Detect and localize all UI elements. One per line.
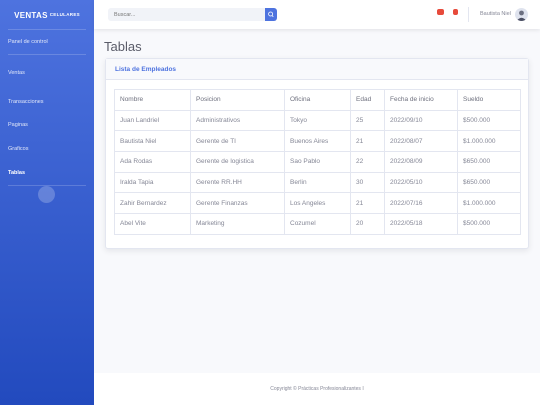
cell-nombre: Juan Landriel — [114, 109, 191, 132]
table-row: Iralda Tapia Gerente RR.HH Berlin 30 202… — [114, 171, 521, 194]
table-row: Abel Vite Marketing Cozumel 20 2022/05/1… — [114, 213, 521, 235]
brand-name: VENTAS — [14, 11, 48, 20]
cell-nombre: Iralda Tapia — [114, 171, 191, 194]
cell-edad: 20 — [350, 213, 385, 235]
sidebar-toggle-button[interactable] — [38, 186, 55, 203]
messages-icon[interactable] — [437, 9, 444, 15]
sidebar-item-transacciones[interactable]: Transacciones — [0, 91, 94, 113]
cell-sueldo: $1.000.000 — [457, 192, 521, 215]
column-header[interactable]: Sueldo — [457, 89, 521, 111]
cell-sueldo: $500.000 — [457, 213, 521, 235]
brand-logo[interactable]: VENTAS CELULARES — [0, 0, 94, 29]
cell-fecha: 2022/09/10 — [384, 109, 458, 132]
cell-edad: 22 — [350, 151, 385, 173]
card-title: Lista de Empleados — [106, 59, 528, 80]
cell-posicion: Gerente Finanzas — [190, 192, 285, 215]
sidebar-item-label: Paginas — [8, 122, 28, 128]
cell-edad: 30 — [350, 171, 385, 194]
avatar[interactable] — [515, 8, 528, 21]
cell-oficina: Los Angeles — [284, 192, 351, 215]
cell-sueldo: $650.000 — [457, 171, 521, 194]
column-header[interactable]: Posicion — [190, 89, 285, 111]
cell-posicion: Administrativos — [190, 109, 285, 132]
table-row: Zahir Bernardez Gerente Finanzas Los Ang… — [114, 192, 521, 215]
employees-table: Nombre Posicion Oficina Edad Fecha de in… — [114, 89, 521, 235]
cell-oficina: Berlin — [284, 171, 351, 194]
cell-oficina: Buenos Aires — [284, 130, 351, 153]
user-avatar-icon — [516, 10, 527, 21]
cell-posicion: Gerente de logistica — [190, 151, 285, 173]
sidebar-item-label: Ventas — [8, 70, 25, 76]
copyright-text: Copyright © Prácticas Profesionalizantes… — [270, 386, 364, 392]
sidebar-item-label: Panel de control — [8, 39, 48, 45]
employees-card: Lista de Empleados Nombre Posicion Ofici… — [105, 58, 529, 249]
cell-nombre: Abel Vite — [114, 213, 191, 235]
sidebar-item-paginas[interactable]: Paginas — [0, 113, 94, 137]
cell-posicion: Gerente RR.HH — [190, 171, 285, 194]
sidebar-item-label: Tablas — [8, 170, 26, 176]
cell-sueldo: $1.000.000 — [457, 130, 521, 153]
table-row: Ada Rodas Gerente de logistica Sao Pablo… — [114, 151, 521, 173]
column-header[interactable]: Edad — [350, 89, 385, 111]
search-icon — [268, 11, 274, 18]
alerts-icon[interactable] — [453, 9, 458, 15]
footer: Copyright © Prácticas Profesionalizantes… — [94, 373, 540, 405]
cell-nombre: Bautista Niel — [114, 130, 191, 153]
cell-edad: 21 — [350, 130, 385, 153]
column-header[interactable]: Nombre — [114, 89, 191, 111]
cell-oficina: Cozumel — [284, 213, 351, 235]
column-header[interactable]: Oficina — [284, 89, 351, 111]
sidebar-item-tablas[interactable]: Tablas — [0, 161, 94, 185]
column-header[interactable]: Fecha de inicio — [384, 89, 458, 111]
cell-posicion: Gerente de TI — [190, 130, 285, 153]
cell-fecha: 2022/05/18 — [384, 213, 458, 235]
table-row: Juan Landriel Administrativos Tokyo 25 2… — [114, 109, 521, 132]
sidebar: VENTAS CELULARES Panel de control Ventas … — [0, 0, 94, 405]
cell-oficina: Sao Pablo — [284, 151, 351, 173]
sidebar-item-label: Graficos — [8, 146, 29, 152]
search-button[interactable] — [265, 8, 277, 21]
cell-fecha: 2022/08/07 — [384, 130, 458, 153]
user-name[interactable]: Bautista Niel — [480, 11, 511, 17]
cell-fecha: 2022/08/09 — [384, 151, 458, 173]
page-title: Tablas — [104, 39, 142, 54]
sidebar-item-ventas[interactable]: Ventas — [0, 55, 94, 91]
search-input[interactable] — [108, 8, 265, 21]
topbar: Bautista Niel — [94, 0, 540, 29]
cell-posicion: Marketing — [190, 213, 285, 235]
cell-edad: 25 — [350, 109, 385, 132]
brand-subtitle: CELULARES — [49, 12, 80, 17]
cell-nombre: Zahir Bernardez — [114, 192, 191, 215]
sidebar-item-label: Transacciones — [8, 99, 44, 105]
sidebar-item-panel-de-control[interactable]: Panel de control — [0, 30, 94, 54]
table-header-row: Nombre Posicion Oficina Edad Fecha de in… — [114, 89, 521, 111]
cell-oficina: Tokyo — [284, 109, 351, 132]
sidebar-item-graficos[interactable]: Graficos — [0, 137, 94, 161]
cell-sueldo: $500.000 — [457, 109, 521, 132]
cell-fecha: 2022/07/16 — [384, 192, 458, 215]
table-row: Bautista Niel Gerente de TI Buenos Aires… — [114, 130, 521, 153]
cell-edad: 21 — [350, 192, 385, 215]
cell-fecha: 2022/05/10 — [384, 171, 458, 194]
cell-sueldo: $650.000 — [457, 151, 521, 173]
topbar-divider — [468, 7, 469, 22]
cell-nombre: Ada Rodas — [114, 151, 191, 173]
